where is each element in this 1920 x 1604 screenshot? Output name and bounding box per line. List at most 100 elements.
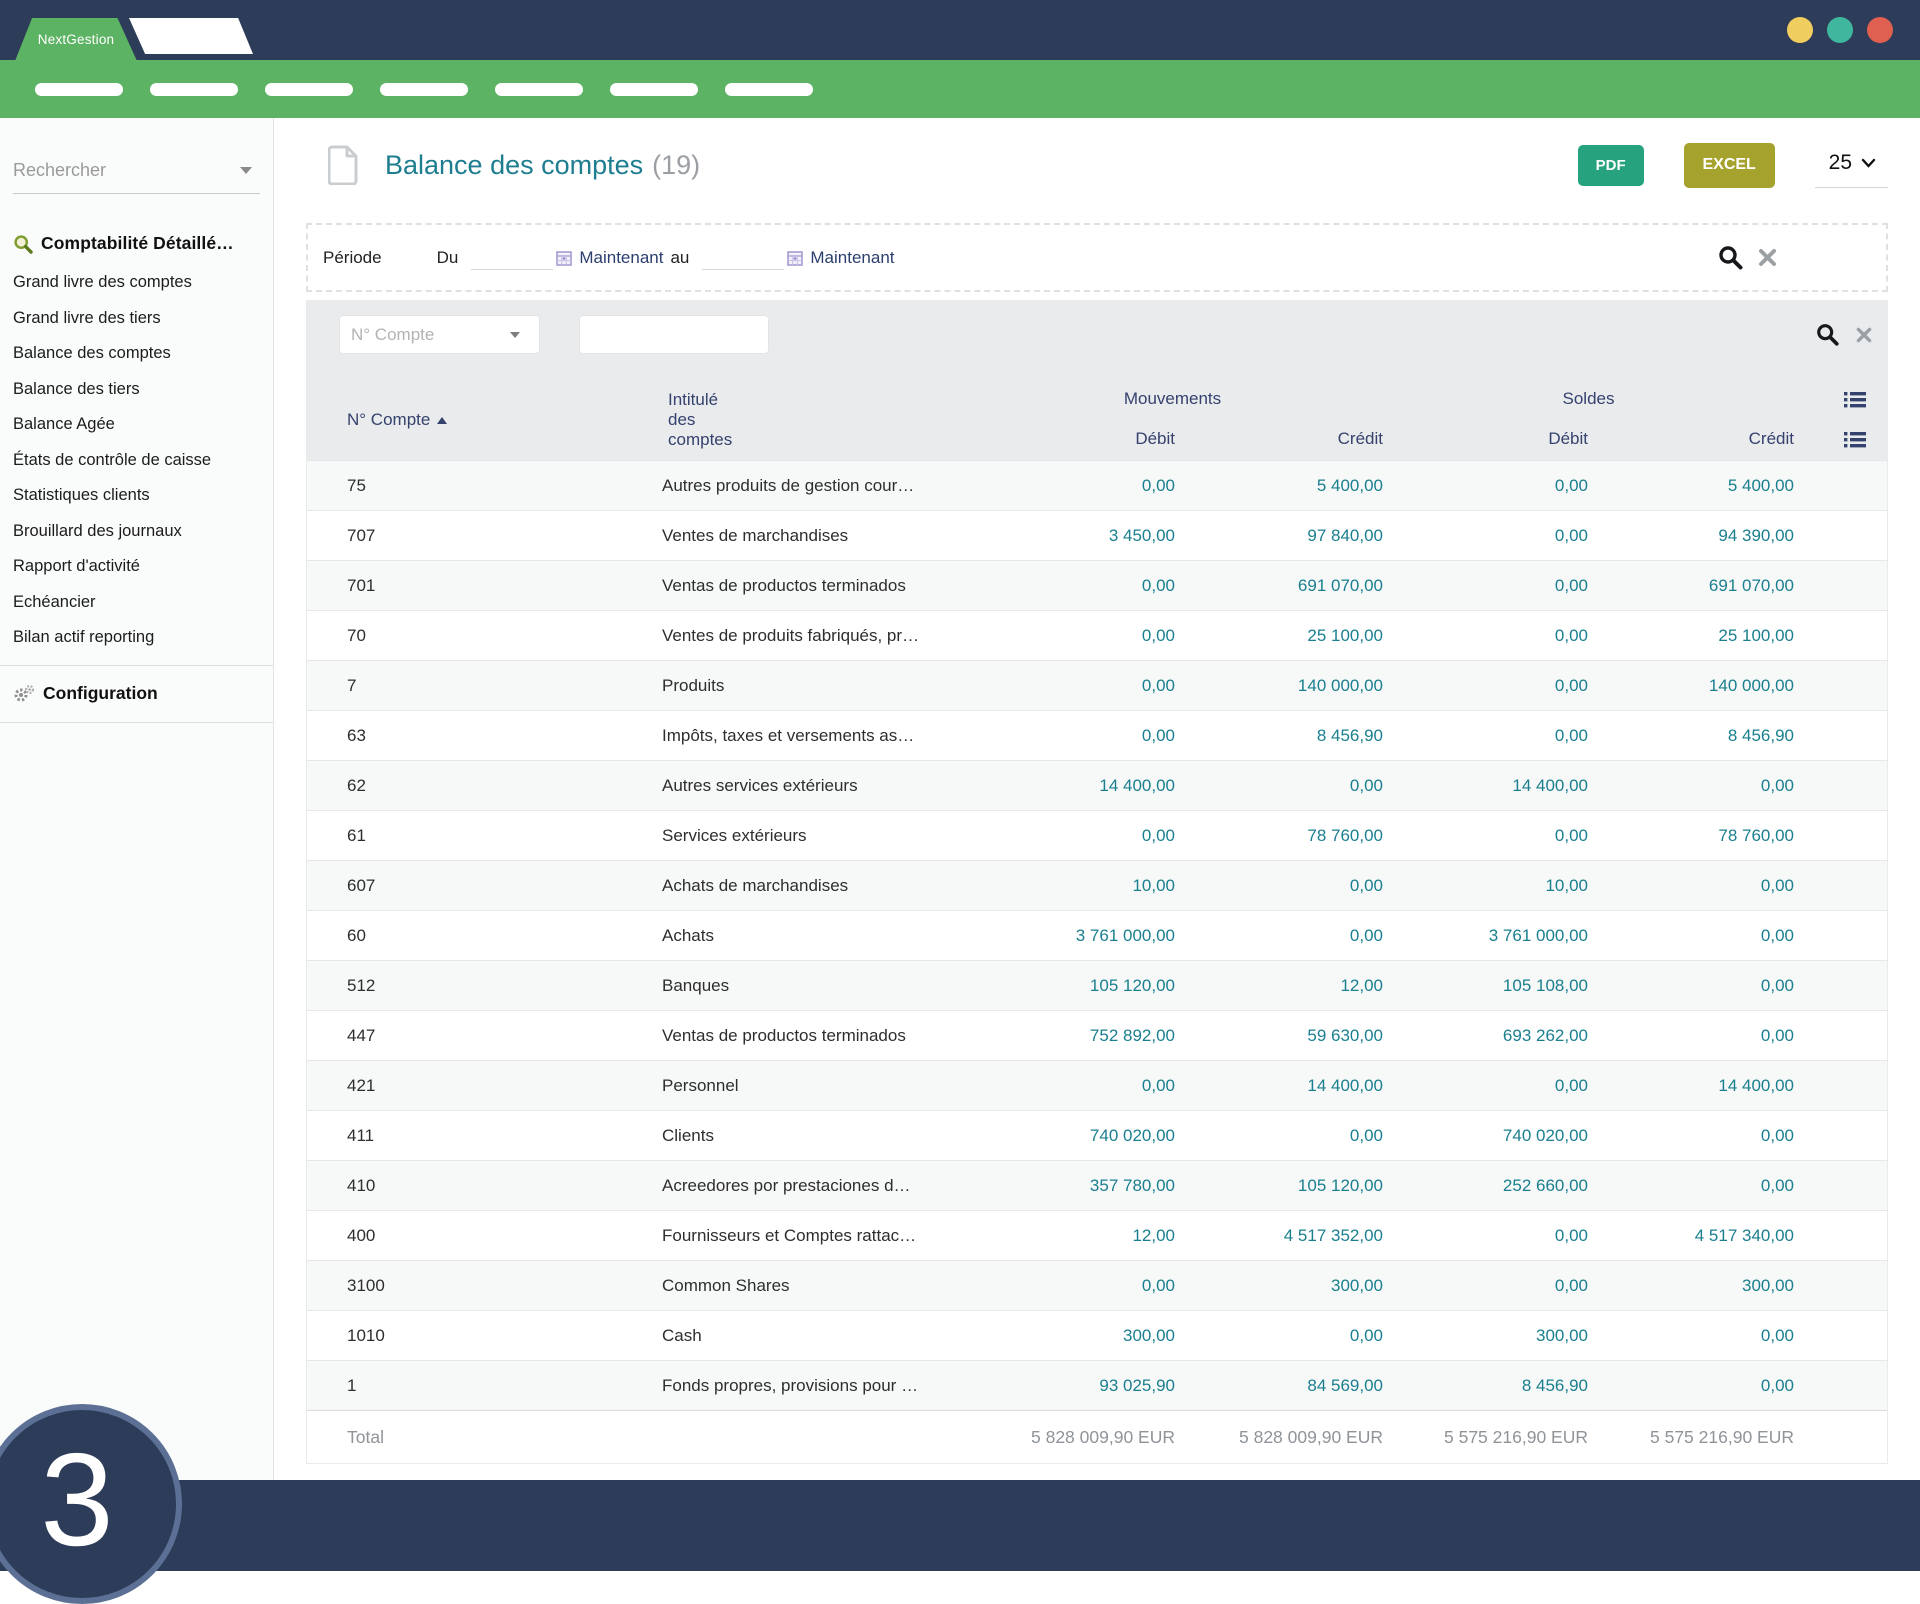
nav-item-placeholder[interactable] <box>725 83 813 96</box>
cell-sld-debit: 0,00 <box>1383 676 1588 696</box>
table-search-button[interactable] <box>1815 322 1840 347</box>
cell-mvt-credit: 105 120,00 <box>1175 1176 1383 1196</box>
period-to-now-link[interactable]: Maintenant <box>810 248 894 268</box>
period-from-now-link[interactable]: Maintenant <box>579 248 663 268</box>
cell-mvt-credit: 78 760,00 <box>1175 826 1383 846</box>
cell-sld-credit: 0,00 <box>1588 1376 1794 1396</box>
cell-label: Clients <box>662 1126 962 1146</box>
sidebar-item-statistiques-clients[interactable]: Statistiques clients <box>13 478 260 514</box>
column-header-mvt-debit[interactable]: Débit <box>962 429 1175 449</box>
table-row[interactable]: 63 Impôts, taxes et versements as… 0,00 … <box>307 710 1887 760</box>
cell-sld-credit: 0,00 <box>1588 876 1794 896</box>
cell-mvt-credit: 25 100,00 <box>1175 626 1383 646</box>
cell-mvt-debit: 3 450,00 <box>962 526 1175 546</box>
cell-account: 63 <box>307 726 662 746</box>
page-title: Balance des comptes <box>385 150 643 181</box>
table-search-input[interactable] <box>579 315 769 354</box>
pdf-export-button[interactable]: PDF <box>1578 145 1644 186</box>
brand-logo-text: NextGestion <box>38 32 114 47</box>
cell-sld-debit: 0,00 <box>1383 476 1588 496</box>
cell-account: 62 <box>307 776 662 796</box>
table-row[interactable]: 1 Fonds propres, provisions pour … 93 02… <box>307 1360 1887 1410</box>
table-row[interactable]: 1010 Cash 300,00 0,00 300,00 0,00 <box>307 1310 1887 1360</box>
cell-label: Ventes de produits fabriqués, pr… <box>662 626 962 646</box>
period-from-input[interactable] <box>471 246 553 270</box>
sidebar-item-grand-livre-des-tiers[interactable]: Grand livre des tiers <box>13 301 260 337</box>
table-row[interactable]: 421 Personnel 0,00 14 400,00 0,00 14 400… <box>307 1060 1887 1110</box>
close-dot-icon[interactable] <box>1867 17 1893 43</box>
nav-item-placeholder[interactable] <box>265 83 353 96</box>
table-row[interactable]: 400 Fournisseurs et Comptes rattac… 12,0… <box>307 1210 1887 1260</box>
sidebar-item-brouillard-des-journaux[interactable]: Brouillard des journaux <box>13 514 260 550</box>
column-settings-button[interactable] <box>1844 431 1866 448</box>
cell-account: 607 <box>307 876 662 896</box>
maximize-dot-icon[interactable] <box>1827 17 1853 43</box>
table-row[interactable]: 607 Achats de marchandises 10,00 0,00 10… <box>307 860 1887 910</box>
nav-item-placeholder[interactable] <box>380 83 468 96</box>
sidebar-item-balance-des-tiers[interactable]: Balance des tiers <box>13 372 260 408</box>
calendar-icon[interactable] <box>787 250 803 266</box>
table-row[interactable]: 7 Produits 0,00 140 000,00 0,00 140 000,… <box>307 660 1887 710</box>
cell-sld-credit: 0,00 <box>1588 1176 1794 1196</box>
cell-account: 512 <box>307 976 662 996</box>
sidebar-item-ech-ancier[interactable]: Echéancier <box>13 585 260 621</box>
cell-mvt-credit: 59 630,00 <box>1175 1026 1383 1046</box>
sidebar-item-bilan-actif-reporting[interactable]: Bilan actif reporting <box>13 620 260 656</box>
table-row[interactable]: 3100 Common Shares 0,00 300,00 0,00 300,… <box>307 1260 1887 1310</box>
column-header-label[interactable]: Intitulé des comptes <box>668 390 732 450</box>
column-header-sld-credit[interactable]: Crédit <box>1588 429 1794 449</box>
cell-account: 61 <box>307 826 662 846</box>
sidebar-item-grand-livre-des-comptes[interactable]: Grand livre des comptes <box>13 265 260 301</box>
sidebar-search-select[interactable]: Rechercher <box>13 148 260 194</box>
cell-label: Common Shares <box>662 1276 962 1296</box>
total-sld-debit: 5 575 216,90 EUR <box>1383 1427 1588 1448</box>
column-header-account[interactable]: N° Compte <box>347 410 447 430</box>
brand-logo-tab[interactable]: NextGestion <box>15 18 137 61</box>
cell-label: Impôts, taxes et versements as… <box>662 726 962 746</box>
cell-mvt-credit: 14 400,00 <box>1175 1076 1383 1096</box>
column-header-sld-debit[interactable]: Débit <box>1383 429 1588 449</box>
period-to-input[interactable] <box>702 246 784 270</box>
table-row[interactable]: 62 Autres services extérieurs 14 400,00 … <box>307 760 1887 810</box>
column-settings-button[interactable] <box>1844 391 1866 408</box>
table-row[interactable]: 701 Ventas de productos terminados 0,00 … <box>307 560 1887 610</box>
table-row[interactable]: 61 Services extérieurs 0,00 78 760,00 0,… <box>307 810 1887 860</box>
table-row[interactable]: 70 Ventes de produits fabriqués, pr… 0,0… <box>307 610 1887 660</box>
sidebar-item-configuration[interactable]: Configuration <box>0 666 273 722</box>
sidebar-item--tats-de-contr-le-de-caisse[interactable]: États de contrôle de caisse <box>13 443 260 479</box>
chevron-down-icon <box>510 332 520 338</box>
table-row[interactable]: 410 Acreedores por prestaciones d… 357 7… <box>307 1160 1887 1210</box>
nav-item-placeholder[interactable] <box>495 83 583 96</box>
account-filter-select[interactable]: N° Compte <box>339 315 540 354</box>
sidebar: Rechercher Comptabilité Détaillé… Grand … <box>0 118 274 1480</box>
nav-item-placeholder[interactable] <box>35 83 123 96</box>
balance-table: N° Compte <box>306 300 1888 1464</box>
sidebar-item-balance-des-comptes[interactable]: Balance des comptes <box>13 336 260 372</box>
nav-item-placeholder[interactable] <box>150 83 238 96</box>
column-header-mvt-credit[interactable]: Crédit <box>1175 429 1383 449</box>
table-row[interactable]: 411 Clients 740 020,00 0,00 740 020,00 0… <box>307 1110 1887 1160</box>
record-count: (19) <box>652 150 700 181</box>
table-row[interactable]: 447 Ventas de productos terminados 752 8… <box>307 1010 1887 1060</box>
table-row[interactable]: 75 Autres produits de gestion cour… 0,00… <box>307 460 1887 510</box>
cell-sld-credit: 300,00 <box>1588 1276 1794 1296</box>
table-row[interactable]: 512 Banques 105 120,00 12,00 105 108,00 … <box>307 960 1887 1010</box>
table-row[interactable]: 707 Ventes de marchandises 3 450,00 97 8… <box>307 510 1887 560</box>
cell-mvt-debit: 12,00 <box>962 1226 1175 1246</box>
cell-mvt-debit: 357 780,00 <box>962 1176 1175 1196</box>
cell-sld-credit: 14 400,00 <box>1588 1076 1794 1096</box>
cell-account: 1 <box>307 1376 662 1396</box>
sidebar-item-rapport-d-activit-[interactable]: Rapport d'activité <box>13 549 260 585</box>
period-clear-button[interactable] <box>1757 247 1778 268</box>
minimize-dot-icon[interactable] <box>1787 17 1813 43</box>
table-clear-button[interactable] <box>1855 326 1873 344</box>
sidebar-item-balance-ag-e[interactable]: Balance Agée <box>13 407 260 443</box>
cell-account: 707 <box>307 526 662 546</box>
page-size-select[interactable]: 25 <box>1815 143 1888 188</box>
table-row[interactable]: 60 Achats 3 761 000,00 0,00 3 761 000,00… <box>307 910 1887 960</box>
cell-account: 701 <box>307 576 662 596</box>
calendar-icon[interactable] <box>556 250 572 266</box>
nav-item-placeholder[interactable] <box>610 83 698 96</box>
period-search-button[interactable] <box>1717 244 1744 271</box>
excel-export-button[interactable]: EXCEL <box>1684 143 1775 188</box>
